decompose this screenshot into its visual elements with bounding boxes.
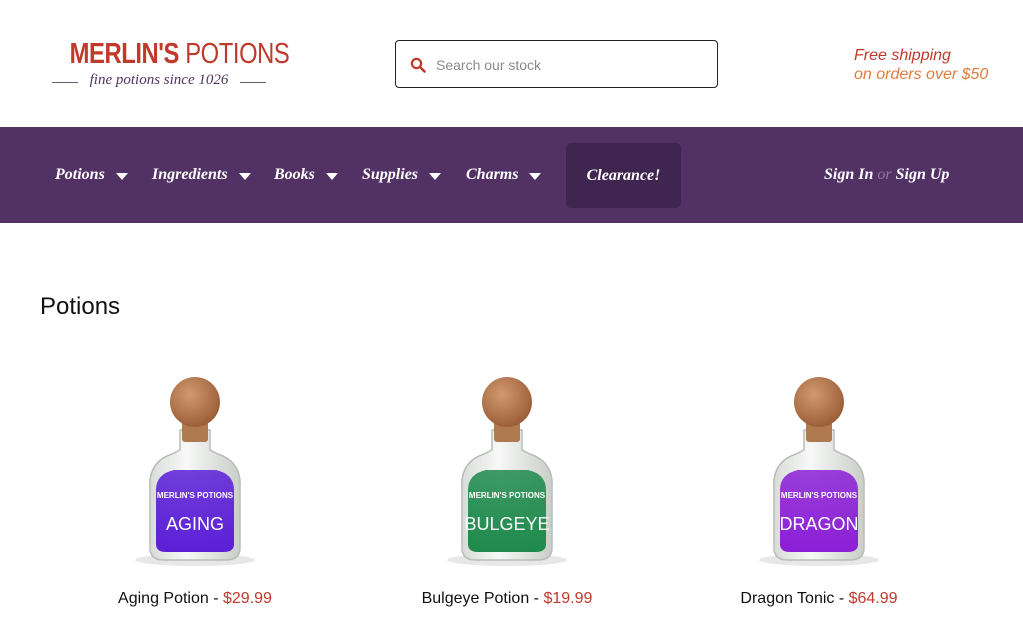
logo-rule-left: [52, 82, 78, 83]
logo-tagline: fine potions since 1026: [89, 72, 229, 88]
logo-rule-right: [240, 82, 266, 83]
product-card[interactable]: MERLIN'S POTIONS AGING Aging Potion - $29.…: [45, 360, 345, 620]
search-box[interactable]: [395, 40, 718, 88]
bottle-label-text: DRAGON: [779, 514, 858, 534]
caret-down-icon: [529, 172, 542, 180]
nav-item-label: Ingredients: [152, 166, 228, 183]
potion-bottle-image[interactable]: MERLIN'S POTIONS AGING: [130, 370, 260, 570]
product-name: Aging Potion: [118, 590, 209, 607]
caret-down-icon: [325, 172, 338, 180]
auth-links: Sign In or Sign Up: [824, 127, 949, 223]
product-price: $64.99: [848, 590, 898, 607]
product-caption[interactable]: Aging Potion - $29.99: [45, 590, 345, 608]
product-caption[interactable]: Dragon Tonic - $64.99: [669, 590, 969, 608]
main-nav: Potions Ingredients Books Supplies Charm…: [0, 127, 1023, 223]
nav-item-potions[interactable]: Potions: [55, 127, 128, 223]
nav-item-label: Potions: [55, 166, 105, 183]
logo-title-bold: MERLIN'S: [69, 38, 180, 70]
product-name: Dragon Tonic: [740, 590, 835, 607]
sign-up-link[interactable]: Sign Up: [896, 166, 950, 184]
bottle-brand-text: MERLIN'S POTIONS: [469, 491, 546, 500]
product-price: $29.99: [223, 590, 272, 607]
product-caption[interactable]: Bulgeye Potion - $19.99: [357, 590, 657, 608]
search-icon: [410, 57, 426, 73]
logo-tagline-wrap: fine potions since 1026: [50, 72, 268, 92]
product-card[interactable]: MERLIN'S POTIONS DRAGON Dragon Tonic - $64…: [669, 360, 969, 620]
logo-title: MERLIN'S POTIONS: [69, 38, 290, 70]
auth-or: or: [877, 166, 892, 183]
shipping-notice: Free shipping on orders over $50: [854, 46, 1014, 84]
shipping-line-1: Free shipping: [854, 47, 951, 64]
sign-in-link[interactable]: Sign In: [824, 166, 873, 184]
product-name: Bulgeye Potion: [421, 590, 530, 607]
bottle-label-text: AGING: [166, 514, 224, 534]
page-title: Potions: [40, 293, 121, 320]
product-price: $19.99: [543, 590, 593, 607]
product-separator: -: [834, 590, 849, 607]
logo-title-thin: POTIONS: [185, 38, 290, 70]
shipping-line-2: on orders over $50: [854, 66, 989, 83]
nav-item-charms[interactable]: Charms: [466, 127, 542, 223]
nav-item-ingredients[interactable]: Ingredients: [152, 127, 251, 223]
product-separator: -: [208, 590, 223, 607]
nav-item-label: Charms: [466, 166, 519, 183]
nav-item-supplies[interactable]: Supplies: [362, 127, 442, 223]
nav-item-label: Books: [274, 166, 315, 183]
caret-down-icon: [115, 172, 128, 180]
clearance-button[interactable]: Clearance!: [566, 143, 681, 208]
potion-bottle-image[interactable]: MERLIN'S POTIONS DRAGON: [754, 370, 884, 570]
caret-down-icon: [238, 172, 251, 180]
site-header: MERLIN'S POTIONS fine potions since 1026…: [0, 0, 1023, 127]
product-separator: -: [529, 590, 544, 607]
product-card[interactable]: MERLIN'S POTIONS BULGEYE Bulgeye Potion - …: [357, 360, 657, 620]
nav-item-label: Supplies: [362, 166, 419, 183]
nav-item-books[interactable]: Books: [274, 127, 338, 223]
logo[interactable]: MERLIN'S POTIONS fine potions since 1026: [50, 38, 290, 94]
caret-down-icon: [429, 172, 442, 180]
bottle-brand-text: MERLIN'S POTIONS: [781, 491, 858, 500]
bottle-brand-text: MERLIN'S POTIONS: [157, 491, 234, 500]
bottle-label-text: BULGEYE: [464, 514, 549, 534]
search-input[interactable]: [436, 53, 706, 77]
potion-bottle-image[interactable]: MERLIN'S POTIONS BULGEYE: [442, 370, 572, 570]
